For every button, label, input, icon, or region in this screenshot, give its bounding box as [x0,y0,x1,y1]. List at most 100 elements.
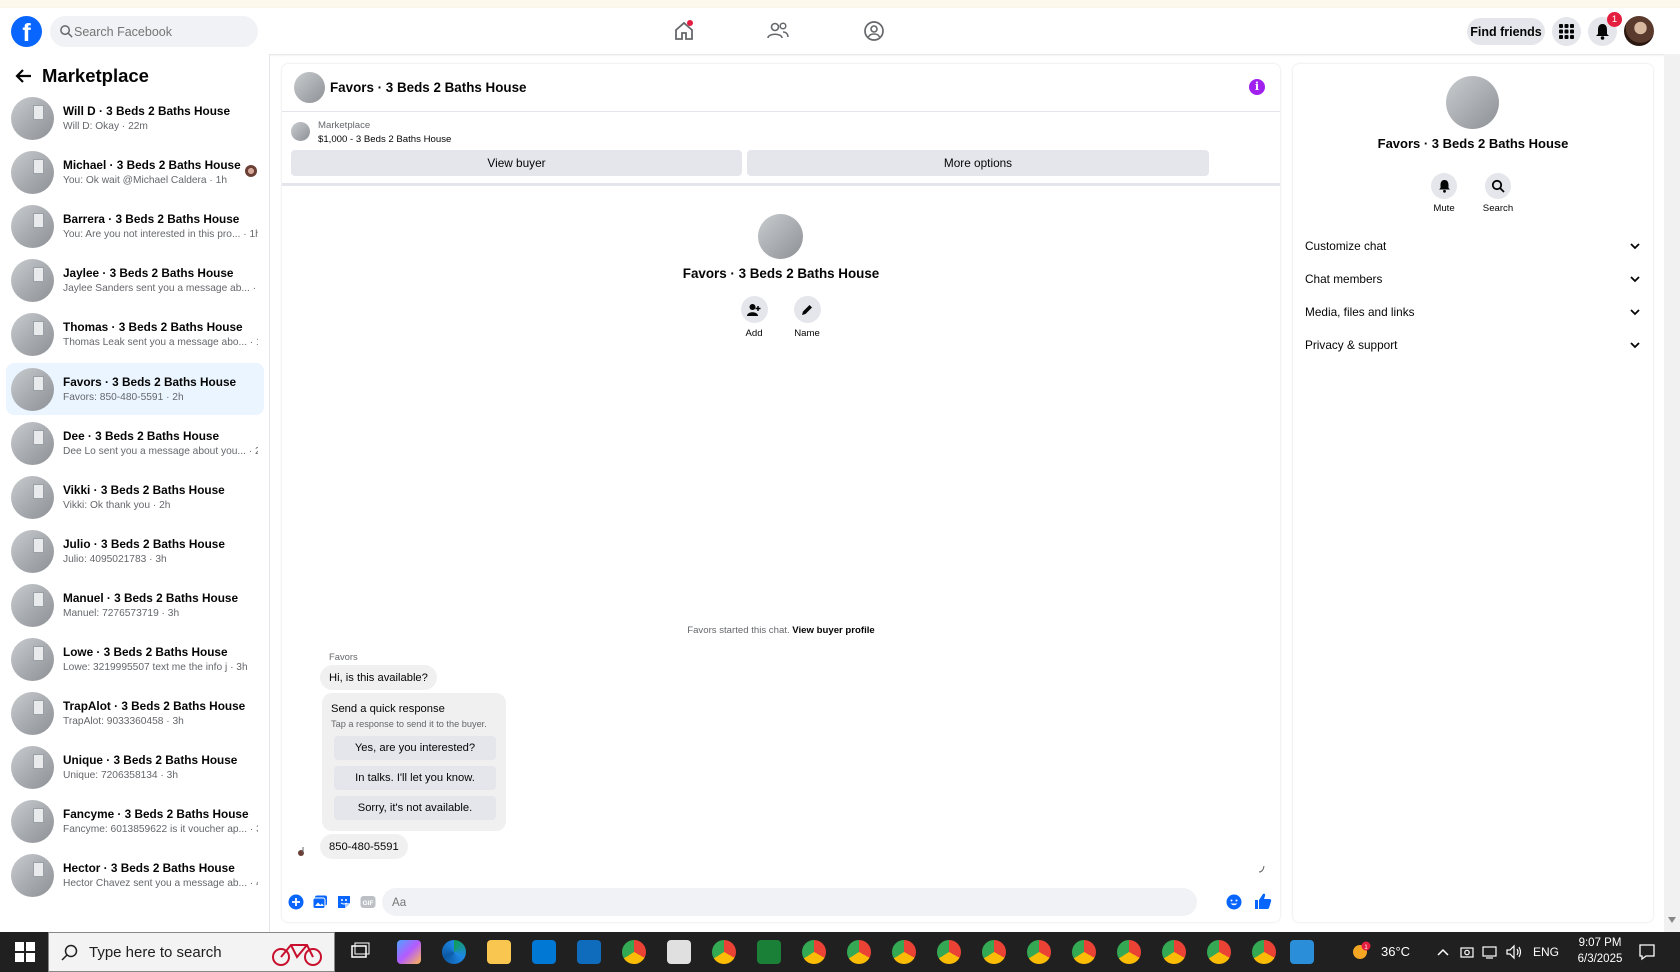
groups-icon[interactable] [861,18,887,44]
edge-icon[interactable] [442,940,466,964]
info-icon[interactable]: i [1249,79,1265,95]
conversation-item[interactable]: Lowe · 3 Beds 2 Baths House Lowe: 3219995… [6,633,264,685]
chrome-window-icon[interactable] [802,940,826,964]
chrome-window-icon[interactable] [1072,940,1096,964]
chevron-down-icon [1630,243,1640,250]
accordion-media-files-links[interactable]: Media, files and links [1305,297,1641,327]
accordion-chat-members[interactable]: Chat members [1305,264,1641,294]
chrome-profile-icon[interactable] [712,940,736,964]
sticker-icon[interactable] [336,894,352,910]
details-thumbnail[interactable] [1446,76,1499,129]
conversation-item[interactable]: Fancyme · 3 Beds 2 Baths House Fancyme: 6… [6,795,264,847]
network-icon[interactable] [1482,944,1498,960]
conversation-item[interactable]: Thomas · 3 Beds 2 Baths House Thomas Leak… [6,308,264,360]
conversation-thumbnail [11,529,54,573]
windows-start-icon[interactable] [15,942,35,962]
listing-thumbnail[interactable] [291,122,310,141]
conversation-item[interactable]: Jaylee · 3 Beds 2 Baths House Jaylee Sand… [6,254,264,306]
home-icon[interactable] [671,18,697,44]
chat-title[interactable]: Favors · 3 Beds 2 Baths House [330,80,526,95]
photo-icon[interactable] [312,894,328,910]
more-options-button[interactable]: More options [747,150,1209,176]
message-input[interactable] [382,888,1197,916]
taskbar-search[interactable]: Type here to search [48,932,335,972]
emoji-icon[interactable] [1226,894,1242,910]
plus-circle-icon[interactable] [288,894,304,910]
quick-response-option[interactable]: Yes, are you interested? [334,736,496,760]
conversation-item[interactable]: Will D · 3 Beds 2 Baths House Will D: Oka… [6,92,264,144]
input-language[interactable]: ENG [1533,932,1559,972]
conversation-snippet: Will D: Okay · 22m [63,121,148,132]
conversation-item[interactable]: Dee · 3 Beds 2 Baths House Dee Lo sent yo… [6,417,264,469]
chevron-up-icon[interactable] [1436,946,1450,958]
mute-action[interactable]: Mute [1424,173,1464,214]
chrome-window-icon[interactable] [1027,940,1051,964]
view-buyer-button[interactable]: View buyer [291,150,742,176]
conversation-item[interactable]: TrapAlot · 3 Beds 2 Baths House TrapAlot:… [6,687,264,739]
conversation-item[interactable]: Manuel · 3 Beds 2 Baths House Manuel: 727… [6,579,264,631]
chrome-window-icon[interactable] [982,940,1006,964]
listing-price[interactable]: $1,000 - 3 Beds 2 Baths House [318,134,451,145]
chrome-window-icon[interactable] [847,940,871,964]
conversation-item[interactable]: Vikki · 3 Beds 2 Baths House Vikki: Ok th… [6,471,264,523]
task-view-icon[interactable] [348,940,372,964]
store-icon[interactable] [532,940,556,964]
bell-icon [1438,180,1450,193]
conversation-thumbnail [11,746,54,790]
chat-thumbnail[interactable] [294,72,325,103]
conversation-item[interactable]: Unique · 3 Beds 2 Baths House Unique: 720… [6,741,264,793]
add-action[interactable]: Add [734,296,774,339]
accordion-customize-chat[interactable]: Customize chat [1305,231,1641,261]
conversation-item[interactable]: Julio · 3 Beds 2 Baths House Julio: 40950… [6,525,264,577]
chrome-window-icon[interactable] [1207,940,1231,964]
weather-sun-icon[interactable]: 1 [1348,941,1372,963]
chrome-window-icon[interactable] [1117,940,1141,964]
quick-response-option[interactable]: In talks. I'll let you know. [334,766,496,790]
back-arrow-icon[interactable] [14,66,34,86]
chrome-window-icon[interactable] [1162,940,1186,964]
conversation-item[interactable]: Michael · 3 Beds 2 Baths House You: Ok wa… [6,146,264,198]
search-action[interactable]: Search [1478,173,1518,214]
scroll-down-arrow-icon[interactable] [1668,917,1676,923]
chrome-window-icon[interactable] [1252,940,1276,964]
gif-icon[interactable]: GIF [360,894,376,910]
volume-icon[interactable] [1505,944,1523,960]
view-buyer-profile-link[interactable]: View buyer profile [792,625,874,636]
facebook-logo-icon[interactable]: f [11,16,42,47]
accordion-label: Privacy & support [1305,338,1398,352]
conversation-item[interactable]: Favors · 3 Beds 2 Baths House Favors: 850… [6,362,264,415]
menu-button[interactable] [1552,17,1581,46]
name-label: Name [794,328,820,339]
camera-icon[interactable] [1459,944,1475,960]
search-box[interactable] [50,16,258,47]
name-action[interactable]: Name [787,296,827,339]
message-bubble[interactable]: Hi, is this available? [320,665,437,690]
copilot-icon[interactable] [397,940,421,964]
chrome-icon[interactable] [622,940,646,964]
chrome-window-icon[interactable] [937,940,961,964]
system-clock[interactable]: 9:07 PM 6/3/2025 [1560,935,1640,967]
paint-icon[interactable] [667,940,691,964]
conversation-item[interactable]: Hector · 3 Beds 2 Baths House Hector Chav… [6,849,264,901]
chevron-down-icon [1630,276,1640,283]
weather-temperature[interactable]: 36°C [1381,932,1410,972]
accordion-privacy-support[interactable]: Privacy & support [1305,330,1641,360]
outlook-icon[interactable] [577,940,601,964]
photos-app-icon[interactable] [1290,940,1314,964]
file-explorer-icon[interactable] [487,940,511,964]
find-friends-button[interactable]: Find friends [1467,18,1545,45]
conversation-name: Jaylee · 3 Beds 2 Baths House [63,266,234,281]
chrome-window-icon[interactable] [892,940,916,964]
search-icon [1491,179,1505,193]
notification-center-icon[interactable] [1638,943,1656,961]
thumbs-up-icon[interactable] [1254,892,1272,910]
search-input[interactable] [74,16,252,47]
conversation-name: Thomas · 3 Beds 2 Baths House [63,320,243,335]
quick-response-option[interactable]: Sorry, it's not available. [334,796,496,820]
profile-avatar[interactable] [1624,16,1654,46]
message-bubble[interactable]: 850-480-5591 [320,834,408,859]
conversation-item[interactable]: Barrera · 3 Beds 2 Baths House You: Are y… [6,200,264,252]
friends-icon[interactable] [765,18,791,44]
spreadsheet-icon[interactable] [757,940,781,964]
page-scrollbar[interactable] [1664,54,1680,932]
